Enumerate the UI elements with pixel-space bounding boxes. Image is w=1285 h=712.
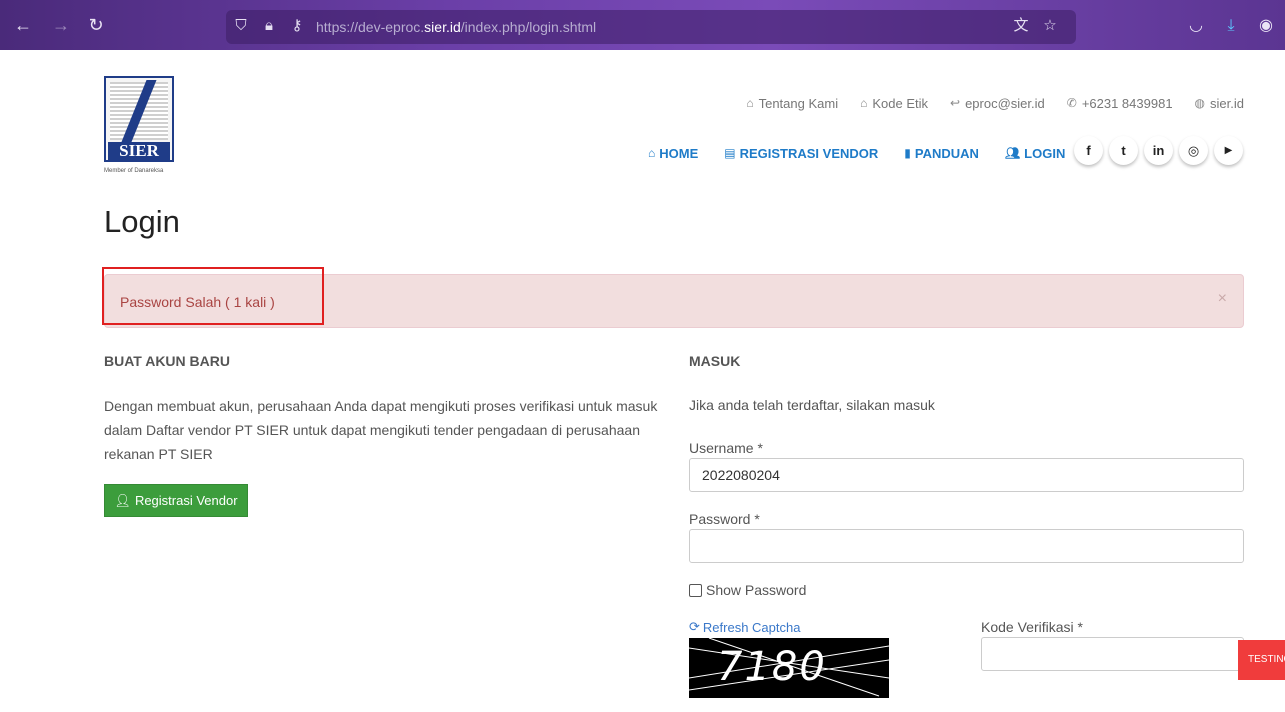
refresh-icon: ⟳ [689, 619, 700, 634]
logo-box: SIER [104, 76, 174, 162]
nav-registrasi-vendor[interactable]: ▤ REGISTRASI VENDOR [724, 144, 878, 162]
show-password-checkbox[interactable] [689, 584, 702, 597]
phone-icon: ✆ [1066, 96, 1077, 110]
nav-login[interactable]: 👥︎ LOGIN [1005, 144, 1065, 162]
refresh-captcha-label: Refresh Captcha [702, 619, 801, 635]
pocket-icon[interactable]: ◡ [1186, 16, 1206, 36]
verification-label: Kode Verifikasi * [981, 619, 1083, 635]
key-icon[interactable]: ⚷ [288, 17, 306, 35]
home-icon: ⌂ [860, 96, 868, 110]
account-icon[interactable]: ◉ [1256, 16, 1276, 36]
home-icon: ⌂ [648, 146, 656, 160]
refresh-captcha-link[interactable]: ⟳ Refresh Captcha [689, 619, 800, 635]
nav-label: HOME [659, 145, 699, 161]
password-input[interactable] [689, 529, 1244, 563]
login-description: Jika anda telah terdaftar, silakan masuk [689, 397, 935, 413]
password-label: Password * [689, 511, 760, 527]
shield-icon[interactable]: ⛉ [232, 17, 250, 35]
nav-label: LOGIN [1024, 145, 1066, 161]
username-label: Username * [689, 440, 763, 456]
registrasi-vendor-button[interactable]: 👤︎ Registrasi Vendor [104, 484, 248, 517]
top-link-kode-etik[interactable]: ⌂ Kode Etik [860, 94, 928, 112]
top-link-label: Tentang Kami [758, 95, 839, 111]
top-link-tentang-kami[interactable]: ⌂ Tentang Kami [746, 94, 838, 112]
create-account-heading: BUAT AKUN BARU [104, 353, 230, 369]
verification-code-input[interactable] [981, 637, 1244, 671]
social-links: f t in ◎ ▶ [1074, 136, 1243, 165]
star-icon[interactable]: ☆ [1041, 17, 1059, 35]
top-link-email[interactable]: ↩ eproc@sier.id [950, 94, 1045, 112]
translate-icon[interactable]: 文 [1012, 17, 1030, 35]
show-password-label[interactable]: Show Password [706, 582, 806, 598]
nav-panduan[interactable]: ▮ PANDUAN [904, 144, 979, 162]
button-label: Registrasi Vendor [134, 493, 238, 508]
highlight-box [102, 267, 324, 325]
users-icon: 👥︎ [1004, 146, 1021, 160]
main-nav: ⌂ HOME ▤ REGISTRASI VENDOR ▮ PANDUAN 👥︎ LOGI… [648, 144, 1065, 162]
url-text[interactable]: https://dev-eproc.sier.id/index.php/logi… [316, 19, 596, 35]
logo-word: SIER [108, 142, 170, 160]
globe-icon: ◍ [1194, 96, 1206, 110]
instagram-icon[interactable]: ◎ [1179, 136, 1208, 165]
back-icon[interactable]: ← [12, 14, 34, 36]
nav-home[interactable]: ⌂ HOME [648, 144, 698, 162]
top-link-label: Kode Etik [872, 95, 928, 111]
home-icon: ⌂ [746, 96, 754, 110]
username-input[interactable] [689, 458, 1244, 492]
forward-icon[interactable]: → [50, 14, 72, 36]
top-link-website[interactable]: ◍ sier.id [1195, 94, 1244, 112]
lock-icon[interactable]: 🔒︎ [260, 17, 278, 35]
nav-label: PANDUAN [914, 145, 979, 161]
facebook-icon[interactable]: f [1074, 136, 1103, 165]
user-icon: 👤︎ [114, 492, 131, 508]
testing-badge[interactable]: TESTING [1238, 640, 1285, 680]
login-heading: MASUK [689, 353, 741, 369]
page-title: Login [104, 204, 180, 239]
linkedin-icon[interactable]: in [1144, 136, 1173, 165]
top-link-label: eproc@sier.id [965, 95, 1045, 111]
address-bar[interactable]: ⛉ 🔒︎ ⚷ https://dev-eproc.sier.id/index.p… [226, 10, 1076, 44]
sier-logo[interactable]: SIER Member of Danareksa [104, 76, 174, 176]
top-links: ⌂ Tentang Kami ⌂ Kode Etik ↩ eproc@sier.id … [746, 94, 1244, 112]
id-card-icon: ▤ [724, 146, 736, 160]
download-icon[interactable]: ⤓ [1221, 16, 1241, 36]
reload-icon[interactable]: ↻ [85, 14, 107, 36]
close-icon[interactable]: × [1218, 290, 1227, 308]
nav-label: REGISTRASI VENDOR [739, 145, 879, 161]
logo-member-text: Member of Danareksa [104, 168, 164, 174]
top-link-label: sier.id [1210, 95, 1244, 111]
youtube-icon[interactable]: ▶ [1214, 136, 1243, 165]
top-link-phone[interactable]: ✆ +6231 8439981 [1067, 94, 1173, 112]
reply-icon: ↩ [950, 96, 961, 110]
file-icon: ▮ [904, 146, 911, 160]
captcha-image: 7180 [689, 638, 889, 698]
top-link-label: +6231 8439981 [1081, 95, 1173, 111]
twitter-icon[interactable]: t [1109, 136, 1138, 165]
captcha-text: 7180 [717, 644, 827, 690]
create-account-description: Dengan membuat akun, perusahaan Anda dap… [104, 398, 658, 462]
browser-toolbar: ← → ↻ ⛉ 🔒︎ ⚷ https://dev-eproc.sier.id/i… [0, 0, 1285, 50]
